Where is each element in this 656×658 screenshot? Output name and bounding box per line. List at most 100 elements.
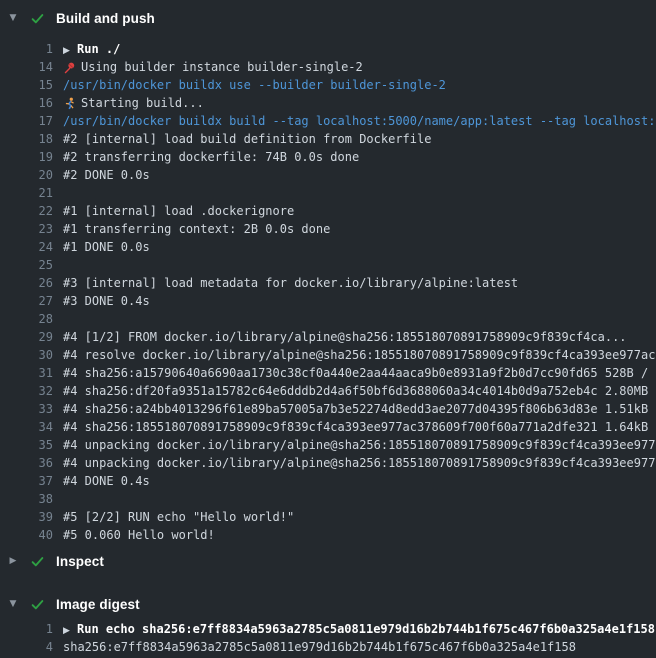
- success-check-icon: [30, 11, 45, 26]
- log-text: #4 sha256:a15790640a6690aa1730c38cf0a440…: [63, 364, 656, 382]
- log-line[interactable]: 40 #5 0.060 Hello world!: [0, 526, 656, 544]
- log-text: #2 DONE 0.0s: [63, 166, 656, 184]
- section-chevron-icon[interactable]: ▶: [8, 550, 18, 572]
- log-line[interactable]: 20 #2 DONE 0.0s: [0, 166, 656, 184]
- log-text: #3 DONE 0.4s: [63, 292, 656, 310]
- log-line[interactable]: 36 #4 unpacking docker.io/library/alpine…: [0, 454, 656, 472]
- log-line[interactable]: 22 #1 [internal] load .dockerignore: [0, 202, 656, 220]
- log-text: [63, 490, 656, 508]
- log-text: #5 0.060 Hello world!: [63, 526, 656, 544]
- log-text: #1 DONE 0.0s: [63, 238, 656, 256]
- actions-log-viewer: ▼ Build and push 1 ▶Run ./ 14 Using buil…: [0, 7, 656, 658]
- line-number[interactable]: 29: [0, 328, 53, 346]
- line-number[interactable]: 21: [0, 184, 53, 202]
- log-line[interactable]: 17 /usr/bin/docker buildx build --tag lo…: [0, 112, 656, 130]
- line-number[interactable]: 19: [0, 148, 53, 166]
- line-number[interactable]: 25: [0, 256, 53, 274]
- section-title: Build and push: [56, 11, 155, 26]
- line-number[interactable]: 35: [0, 436, 53, 454]
- line-number[interactable]: 15: [0, 76, 53, 94]
- pushpin-icon: [63, 59, 81, 77]
- log-section-image-digest: ▼ Image digest 1 ▶Run echo sha256:e7ff88…: [0, 593, 656, 656]
- expand-group-icon[interactable]: ▶: [63, 622, 77, 638]
- line-number[interactable]: 17: [0, 112, 53, 130]
- section-chevron-icon[interactable]: ▼: [8, 593, 18, 615]
- log-line[interactable]: 35 #4 unpacking docker.io/library/alpine…: [0, 436, 656, 454]
- log-line[interactable]: 19 #2 transferring dockerfile: 74B 0.0s …: [0, 148, 656, 166]
- log-line[interactable]: 1 ▶Run ./: [0, 40, 656, 58]
- log-line[interactable]: 1 ▶Run echo sha256:e7ff8834a5963a2785c5a…: [0, 620, 656, 638]
- log-line[interactable]: 37 #4 DONE 0.4s: [0, 472, 656, 490]
- log-line[interactable]: 23 #1 transferring context: 2B 0.0s done: [0, 220, 656, 238]
- line-number[interactable]: 28: [0, 310, 53, 328]
- log-text: #4 sha256:185518070891758909c9f839cf4ca3…: [63, 418, 656, 436]
- line-number[interactable]: 18: [0, 130, 53, 148]
- log-line[interactable]: 14 Using builder instance builder-single…: [0, 58, 656, 76]
- log-line[interactable]: 34 #4 sha256:185518070891758909c9f839cf4…: [0, 418, 656, 436]
- log-line[interactable]: 28: [0, 310, 656, 328]
- log-text: Using builder instance builder-single-2: [63, 58, 656, 76]
- expand-group-icon[interactable]: ▶: [63, 42, 77, 58]
- line-number[interactable]: 1: [0, 620, 53, 638]
- line-number[interactable]: 38: [0, 490, 53, 508]
- line-number[interactable]: 39: [0, 508, 53, 526]
- log-line[interactable]: 24 #1 DONE 0.0s: [0, 238, 656, 256]
- log-line[interactable]: 15 /usr/bin/docker buildx use --builder …: [0, 76, 656, 94]
- log-line[interactable]: 39 #5 [2/2] RUN echo "Hello world!": [0, 508, 656, 526]
- log-section-build-and-push: ▼ Build and push 1 ▶Run ./ 14 Using buil…: [0, 7, 656, 550]
- log-message-text: Starting build...: [81, 96, 204, 110]
- log-text: [63, 184, 656, 202]
- log-line[interactable]: 26 #3 [internal] load metadata for docke…: [0, 274, 656, 292]
- log-text: #2 [internal] load build definition from…: [63, 130, 656, 148]
- log-text: #4 resolve docker.io/library/alpine@sha2…: [63, 346, 656, 364]
- log-block: 1 ▶Run echo sha256:e7ff8834a5963a2785c5a…: [0, 615, 656, 656]
- line-number[interactable]: 23: [0, 220, 53, 238]
- log-text: #4 unpacking docker.io/library/alpine@sh…: [63, 436, 656, 454]
- line-number[interactable]: 4: [0, 638, 53, 656]
- section-header[interactable]: ▼ Build and push: [0, 7, 656, 29]
- log-text: #4 unpacking docker.io/library/alpine@sh…: [63, 454, 656, 472]
- log-line[interactable]: 29 #4 [1/2] FROM docker.io/library/alpin…: [0, 328, 656, 346]
- log-line[interactable]: 4 sha256:e7ff8834a5963a2785c5a0811e979d1…: [0, 638, 656, 656]
- line-number[interactable]: 36: [0, 454, 53, 472]
- line-number[interactable]: 33: [0, 400, 53, 418]
- line-number[interactable]: 30: [0, 346, 53, 364]
- log-line[interactable]: 25: [0, 256, 656, 274]
- log-line[interactable]: 38: [0, 490, 656, 508]
- run-command-text: Run echo sha256:e7ff8834a5963a2785c5a081…: [77, 622, 655, 636]
- run-command-text: Run ./: [77, 42, 120, 56]
- section-header[interactable]: ▼ Image digest: [0, 593, 656, 615]
- log-text: [63, 256, 656, 274]
- log-text: /usr/bin/docker buildx build --tag local…: [63, 112, 656, 130]
- log-line[interactable]: 31 #4 sha256:a15790640a6690aa1730c38cf0a…: [0, 364, 656, 382]
- line-number[interactable]: 40: [0, 526, 53, 544]
- log-line[interactable]: 21: [0, 184, 656, 202]
- log-section-inspect: ▶ Inspect: [0, 550, 656, 572]
- line-number[interactable]: 32: [0, 382, 53, 400]
- line-number[interactable]: 20: [0, 166, 53, 184]
- line-number[interactable]: 16: [0, 94, 53, 112]
- section-header[interactable]: ▶ Inspect: [0, 550, 656, 572]
- section-chevron-icon[interactable]: ▼: [8, 7, 18, 29]
- log-text: Starting build...: [63, 94, 656, 112]
- line-number[interactable]: 34: [0, 418, 53, 436]
- log-text: [63, 310, 656, 328]
- log-text: ▶Run ./: [63, 40, 656, 58]
- log-line[interactable]: 27 #3 DONE 0.4s: [0, 292, 656, 310]
- line-number[interactable]: 24: [0, 238, 53, 256]
- line-number[interactable]: 26: [0, 274, 53, 292]
- line-number[interactable]: 22: [0, 202, 53, 220]
- log-line[interactable]: 18 #2 [internal] load build definition f…: [0, 130, 656, 148]
- log-line[interactable]: 32 #4 sha256:df20fa9351a15782c64e6dddb2d…: [0, 382, 656, 400]
- log-line[interactable]: 33 #4 sha256:a24bb4013296f61e89ba57005a7…: [0, 400, 656, 418]
- log-line[interactable]: 30 #4 resolve docker.io/library/alpine@s…: [0, 346, 656, 364]
- line-number[interactable]: 14: [0, 58, 53, 76]
- log-line[interactable]: 16 Starting build...: [0, 94, 656, 112]
- line-number[interactable]: 27: [0, 292, 53, 310]
- log-message-text: Using builder instance builder-single-2: [81, 60, 363, 74]
- section-title: Inspect: [56, 554, 104, 569]
- line-number[interactable]: 1: [0, 40, 53, 58]
- log-text: #1 [internal] load .dockerignore: [63, 202, 656, 220]
- line-number[interactable]: 31: [0, 364, 53, 382]
- line-number[interactable]: 37: [0, 472, 53, 490]
